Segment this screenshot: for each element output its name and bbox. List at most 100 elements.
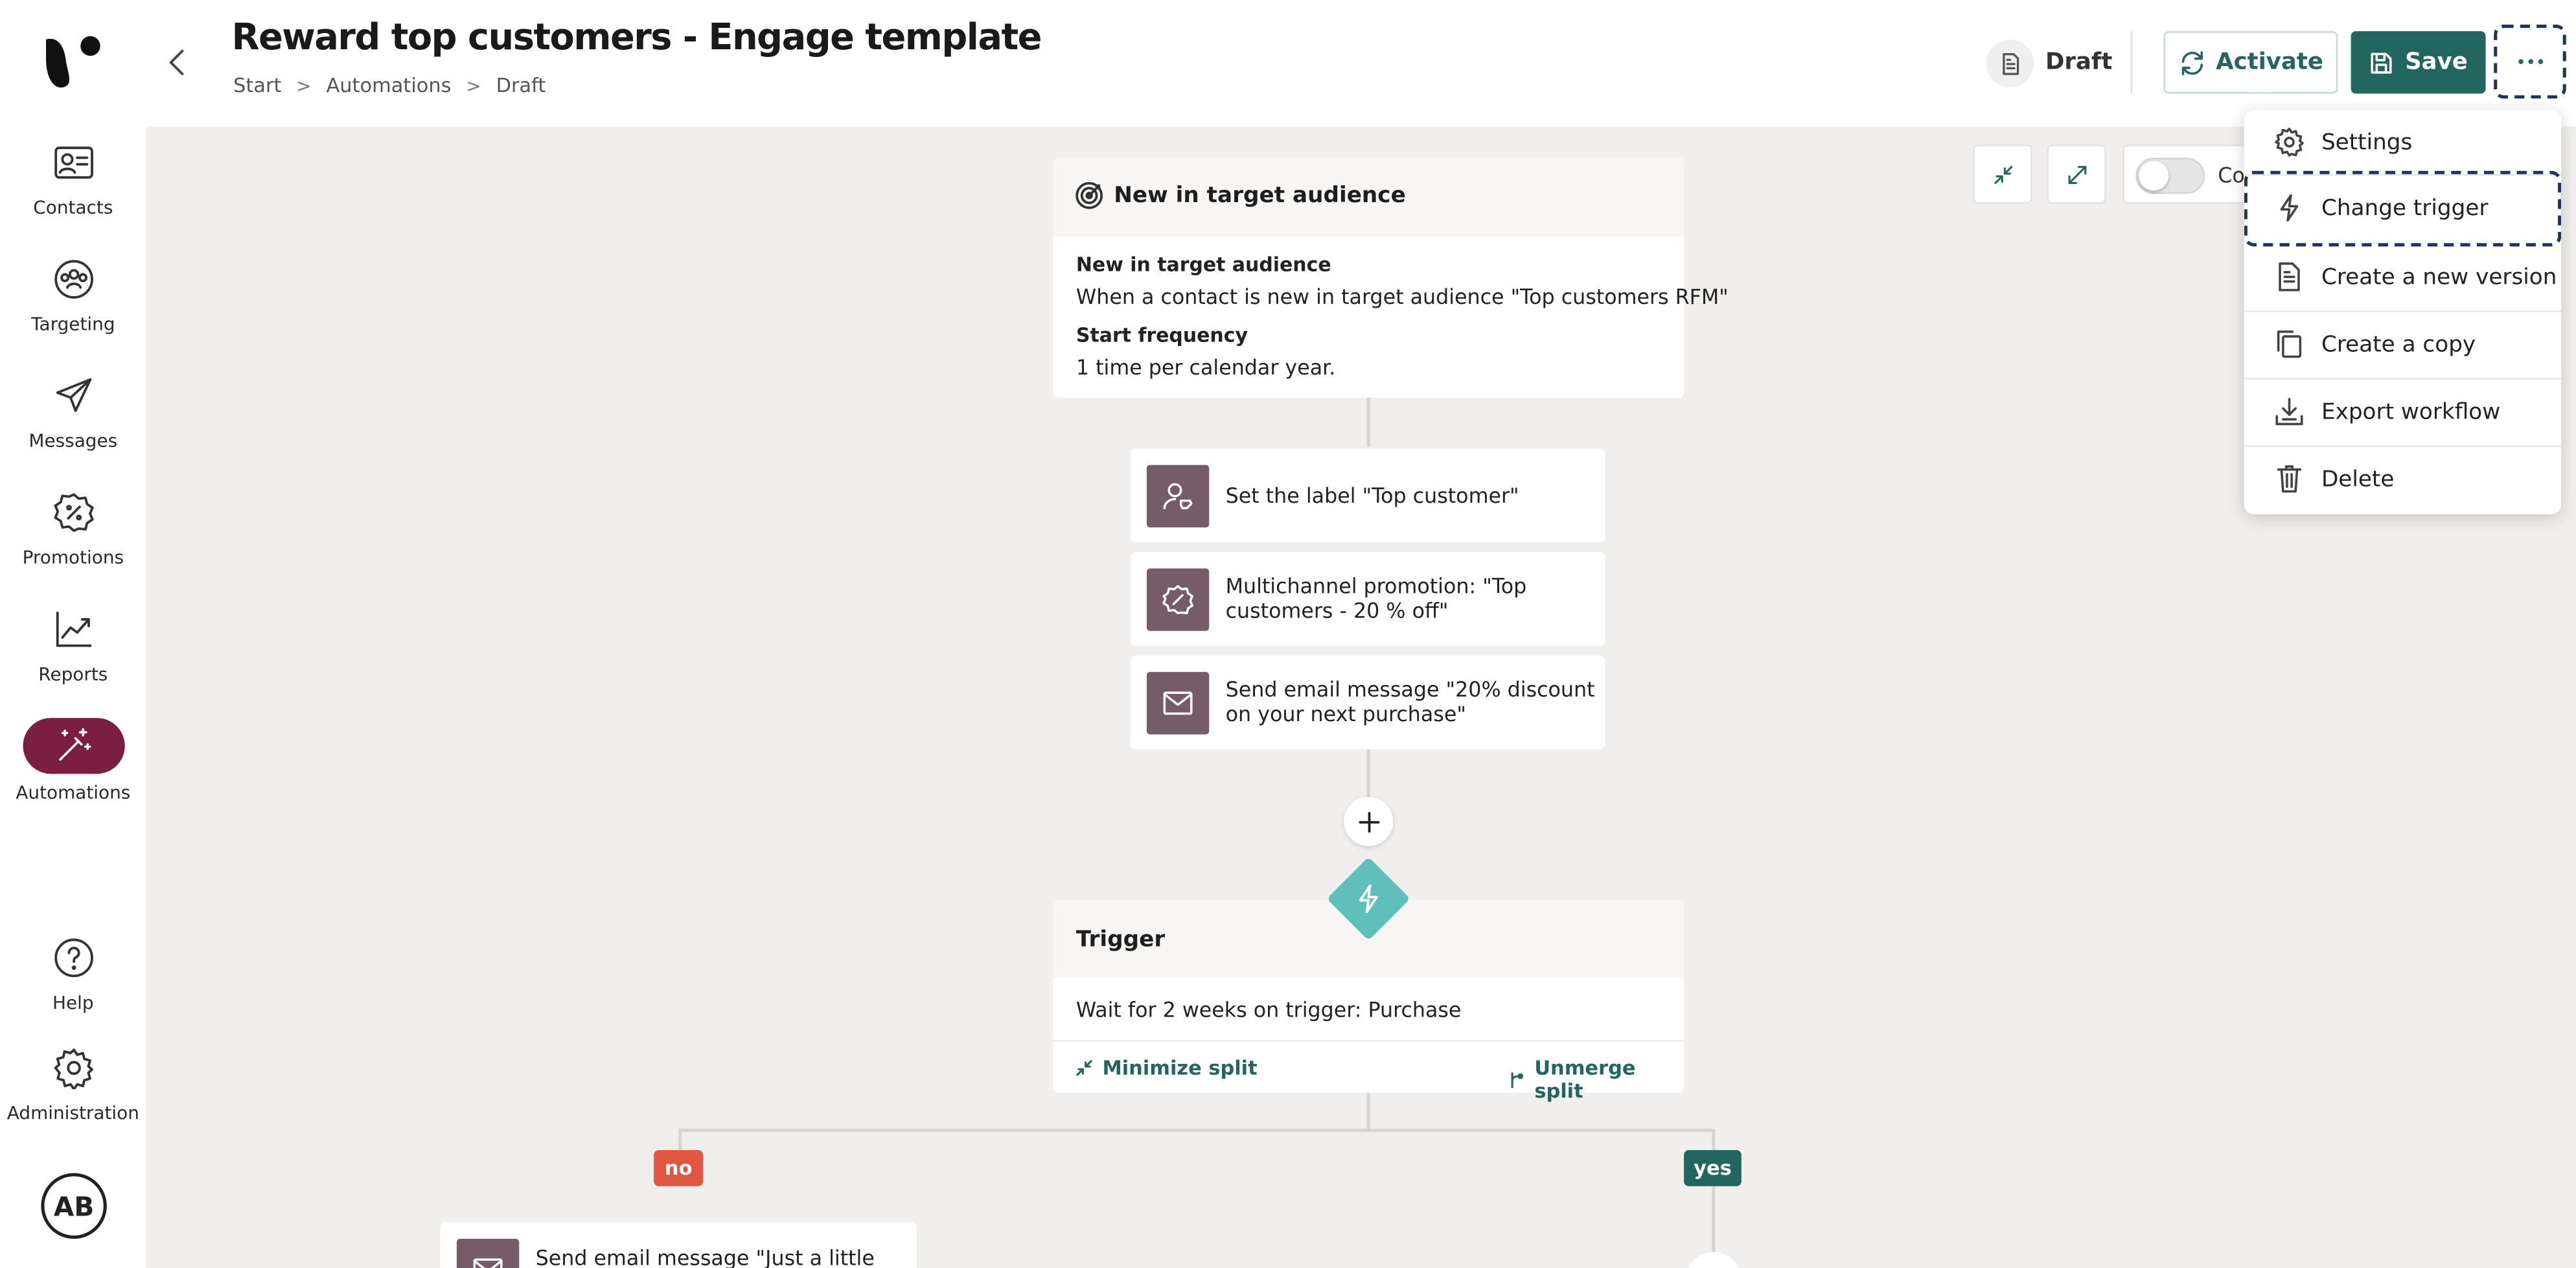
breadcrumb-automations[interactable]: Automations	[326, 74, 451, 97]
collapse-button[interactable]	[1973, 144, 2032, 204]
gear-icon	[2273, 126, 2306, 159]
activate-button-label: Activate	[2216, 49, 2323, 76]
condition-title: New in target audience	[1075, 253, 1331, 276]
sidebar-item-administration[interactable]: Administration	[0, 1046, 146, 1124]
menu-item-delete[interactable]: Delete	[2244, 448, 2561, 511]
document-icon	[1986, 39, 2034, 87]
action-card[interactable]: Set the label "Top customer"	[1130, 448, 1605, 542]
add-step-button[interactable]	[1344, 796, 1394, 846]
user-tag-icon	[1146, 465, 1210, 527]
expand-icon	[2066, 163, 2087, 185]
help-circle-icon	[52, 936, 95, 979]
minimize-icon	[1076, 1060, 1092, 1076]
trend-chart-icon	[52, 608, 95, 651]
breadcrumb-draft: Draft	[496, 74, 546, 97]
breadcrumb-start[interactable]: Start	[233, 74, 281, 97]
menu-item-label: Change trigger	[2321, 195, 2489, 222]
view-toggle[interactable]	[2135, 157, 2205, 194]
ellipsis-icon	[2517, 59, 2542, 64]
connector-line	[1366, 397, 1370, 447]
audience-icon	[52, 258, 95, 301]
more-options-button[interactable]	[2494, 25, 2566, 99]
menu-item-create-new-version[interactable]: Create a new version	[2244, 246, 2561, 308]
back-arrow-icon[interactable]	[165, 46, 191, 79]
refresh-icon	[2178, 49, 2206, 76]
trash-icon	[2273, 463, 2306, 496]
sidebar: Contacts Targeting Messages Promotions R…	[0, 0, 146, 1268]
split-icon	[1508, 1070, 1524, 1089]
plus-icon	[1358, 811, 1379, 832]
status-label: Draft	[2045, 49, 2113, 76]
save-button[interactable]: Save	[2351, 31, 2486, 94]
sidebar-item-label: Messages	[29, 430, 118, 452]
connector-line	[1366, 749, 1370, 799]
sidebar-item-contacts[interactable]: Contacts	[0, 141, 146, 218]
more-options-menu: Settings Change trigger Create a new ver…	[2244, 110, 2562, 514]
action-card[interactable]: Multichannel promotion: "Top customers -…	[1130, 551, 1605, 646]
paper-plane-icon	[52, 375, 95, 417]
chevron-right-icon: >	[466, 75, 481, 97]
app-logo[interactable]	[41, 30, 103, 92]
add-step-button[interactable]	[1685, 1252, 1742, 1268]
sidebar-item-label: Automations	[16, 781, 131, 803]
frequency-title: Start frequency	[1075, 323, 1248, 347]
sidebar-item-label: Targeting	[31, 314, 115, 336]
percent-badge-icon	[1146, 568, 1210, 631]
menu-item-export-workflow[interactable]: Export workflow	[2244, 381, 2561, 443]
action-text-line: Send email message "Just a little	[535, 1245, 875, 1268]
avatar[interactable]: AB	[41, 1173, 107, 1239]
sidebar-item-help[interactable]: Help	[0, 936, 146, 1014]
sidebar-item-label: Help	[52, 992, 94, 1014]
action-card[interactable]: Send email message "20% discount on your…	[1130, 655, 1605, 750]
branch-yes-badge: yes	[1684, 1149, 1742, 1186]
sidebar-item-messages[interactable]: Messages	[0, 375, 146, 452]
envelope-icon	[1146, 672, 1210, 735]
collapse-icon	[1992, 163, 2014, 185]
copy-icon	[2273, 329, 2306, 362]
menu-item-label: Create a copy	[2321, 332, 2476, 358]
unmerge-split-button[interactable]: Unmerge split	[1508, 1056, 1684, 1102]
expand-button[interactable]	[2047, 144, 2106, 204]
unmerge-split-label: Unmerge split	[1534, 1056, 1636, 1103]
header-divider	[2130, 31, 2133, 94]
menu-item-settings[interactable]: Settings	[2244, 111, 2561, 174]
start-node-title: New in target audience	[1114, 182, 1406, 209]
sidebar-item-label: Promotions	[22, 547, 124, 569]
sidebar-item-label: Reports	[38, 663, 108, 686]
branch-no-badge: no	[654, 1149, 704, 1186]
save-button-label: Save	[2405, 49, 2468, 76]
target-icon	[1074, 181, 1104, 211]
page-title: Reward top customers - Engage template	[231, 17, 1042, 60]
workflow-canvas[interactable]: Co New in target audience New in target …	[146, 126, 2576, 1268]
menu-item-create-copy[interactable]: Create a copy	[2244, 314, 2561, 376]
action-card[interactable]: Send email message "Just a little	[440, 1222, 917, 1268]
action-text-line: Send email message "20% discount	[1225, 676, 1595, 702]
trigger-text: Wait for 2 weeks on trigger: Purchase	[1075, 997, 1462, 1022]
envelope-icon	[456, 1238, 520, 1268]
trigger-title: Trigger	[1075, 927, 1166, 953]
condition-text: When a contact is new in target audience…	[1075, 284, 1729, 309]
breadcrumb: Start > Automations > Draft	[233, 74, 546, 97]
document-icon	[2273, 261, 2306, 294]
menu-item-label: Delete	[2321, 467, 2395, 493]
lightning-icon	[2273, 192, 2306, 225]
activate-button[interactable]: Activate	[2163, 31, 2338, 94]
menu-item-change-trigger[interactable]: Change trigger	[2244, 170, 2562, 247]
view-toggle-label: Co	[2218, 163, 2245, 188]
chevron-right-icon: >	[296, 75, 312, 97]
percent-badge-icon	[52, 491, 95, 534]
start-node[interactable]: New in target audience New in target aud…	[1053, 157, 1729, 398]
menu-item-label: Export workflow	[2321, 399, 2501, 426]
sidebar-item-targeting[interactable]: Targeting	[0, 258, 146, 335]
download-icon	[2273, 396, 2306, 429]
floppy-disk-icon	[2369, 50, 2393, 75]
sidebar-item-label: Administration	[6, 1102, 139, 1124]
sidebar-item-label: Contacts	[33, 197, 113, 219]
sidebar-item-automations[interactable]: Automations	[0, 718, 146, 803]
connector-line	[1366, 1092, 1370, 1133]
minimize-split-button[interactable]: Minimize split	[1076, 1056, 1258, 1079]
sidebar-item-promotions[interactable]: Promotions	[0, 491, 146, 568]
menu-item-label: Settings	[2321, 130, 2413, 156]
connector-line	[678, 1129, 1714, 1133]
sidebar-item-reports[interactable]: Reports	[0, 608, 146, 685]
